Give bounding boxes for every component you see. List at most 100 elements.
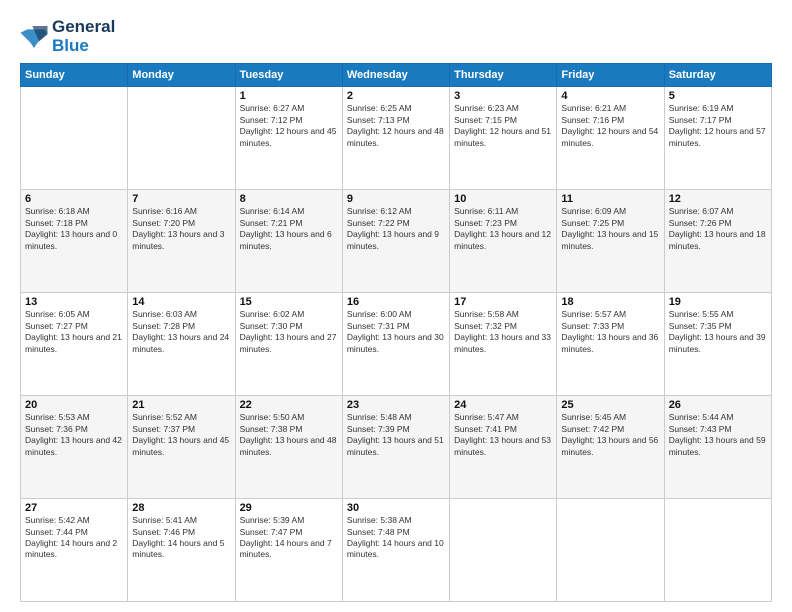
day-info: Sunrise: 6:27 AMSunset: 7:12 PMDaylight:… [240, 103, 338, 149]
day-info: Sunrise: 5:50 AMSunset: 7:38 PMDaylight:… [240, 412, 338, 458]
day-cell: 13 Sunrise: 6:05 AMSunset: 7:27 PMDaylig… [21, 293, 128, 396]
day-number: 8 [240, 193, 338, 205]
day-number: 11 [561, 193, 659, 205]
day-info: Sunrise: 6:03 AMSunset: 7:28 PMDaylight:… [132, 309, 230, 355]
day-info: Sunrise: 5:47 AMSunset: 7:41 PMDaylight:… [454, 412, 552, 458]
day-number: 19 [669, 296, 767, 308]
day-cell: 12 Sunrise: 6:07 AMSunset: 7:26 PMDaylig… [664, 190, 771, 293]
day-number: 23 [347, 399, 445, 411]
day-cell [128, 87, 235, 190]
day-number: 15 [240, 296, 338, 308]
logo: General Blue [20, 18, 115, 55]
day-cell: 17 Sunrise: 5:58 AMSunset: 7:32 PMDaylig… [450, 293, 557, 396]
week-row-5: 27 Sunrise: 5:42 AMSunset: 7:44 PMDaylig… [21, 499, 772, 602]
day-number: 9 [347, 193, 445, 205]
day-cell: 3 Sunrise: 6:23 AMSunset: 7:15 PMDayligh… [450, 87, 557, 190]
day-cell: 2 Sunrise: 6:25 AMSunset: 7:13 PMDayligh… [342, 87, 449, 190]
day-number: 10 [454, 193, 552, 205]
day-cell: 14 Sunrise: 6:03 AMSunset: 7:28 PMDaylig… [128, 293, 235, 396]
day-info: Sunrise: 6:05 AMSunset: 7:27 PMDaylight:… [25, 309, 123, 355]
day-cell: 21 Sunrise: 5:52 AMSunset: 7:37 PMDaylig… [128, 396, 235, 499]
day-cell [664, 499, 771, 602]
week-row-2: 6 Sunrise: 6:18 AMSunset: 7:18 PMDayligh… [21, 190, 772, 293]
day-number: 2 [347, 90, 445, 102]
day-info: Sunrise: 5:38 AMSunset: 7:48 PMDaylight:… [347, 515, 445, 561]
day-number: 29 [240, 502, 338, 514]
day-number: 27 [25, 502, 123, 514]
day-number: 26 [669, 399, 767, 411]
day-cell: 27 Sunrise: 5:42 AMSunset: 7:44 PMDaylig… [21, 499, 128, 602]
day-number: 17 [454, 296, 552, 308]
day-cell: 15 Sunrise: 6:02 AMSunset: 7:30 PMDaylig… [235, 293, 342, 396]
day-cell: 26 Sunrise: 5:44 AMSunset: 7:43 PMDaylig… [664, 396, 771, 499]
day-cell: 23 Sunrise: 5:48 AMSunset: 7:39 PMDaylig… [342, 396, 449, 499]
day-cell: 4 Sunrise: 6:21 AMSunset: 7:16 PMDayligh… [557, 87, 664, 190]
weekday-header-tuesday: Tuesday [235, 64, 342, 87]
weekday-header-sunday: Sunday [21, 64, 128, 87]
day-info: Sunrise: 5:58 AMSunset: 7:32 PMDaylight:… [454, 309, 552, 355]
day-cell: 22 Sunrise: 5:50 AMSunset: 7:38 PMDaylig… [235, 396, 342, 499]
weekday-header-wednesday: Wednesday [342, 64, 449, 87]
day-number: 5 [669, 90, 767, 102]
day-cell: 5 Sunrise: 6:19 AMSunset: 7:17 PMDayligh… [664, 87, 771, 190]
day-info: Sunrise: 6:19 AMSunset: 7:17 PMDaylight:… [669, 103, 767, 149]
day-info: Sunrise: 6:02 AMSunset: 7:30 PMDaylight:… [240, 309, 338, 355]
header: General Blue [20, 18, 772, 55]
day-number: 22 [240, 399, 338, 411]
day-info: Sunrise: 5:44 AMSunset: 7:43 PMDaylight:… [669, 412, 767, 458]
weekday-header-saturday: Saturday [664, 64, 771, 87]
logo-icon [20, 26, 48, 48]
day-cell: 16 Sunrise: 6:00 AMSunset: 7:31 PMDaylig… [342, 293, 449, 396]
day-number: 13 [25, 296, 123, 308]
day-cell [450, 499, 557, 602]
day-info: Sunrise: 5:48 AMSunset: 7:39 PMDaylight:… [347, 412, 445, 458]
weekday-header-row: SundayMondayTuesdayWednesdayThursdayFrid… [21, 64, 772, 87]
week-row-4: 20 Sunrise: 5:53 AMSunset: 7:36 PMDaylig… [21, 396, 772, 499]
day-number: 3 [454, 90, 552, 102]
day-cell: 8 Sunrise: 6:14 AMSunset: 7:21 PMDayligh… [235, 190, 342, 293]
day-cell: 29 Sunrise: 5:39 AMSunset: 7:47 PMDaylig… [235, 499, 342, 602]
weekday-header-monday: Monday [128, 64, 235, 87]
day-cell: 18 Sunrise: 5:57 AMSunset: 7:33 PMDaylig… [557, 293, 664, 396]
day-info: Sunrise: 6:21 AMSunset: 7:16 PMDaylight:… [561, 103, 659, 149]
day-number: 30 [347, 502, 445, 514]
week-row-3: 13 Sunrise: 6:05 AMSunset: 7:27 PMDaylig… [21, 293, 772, 396]
day-info: Sunrise: 5:55 AMSunset: 7:35 PMDaylight:… [669, 309, 767, 355]
day-info: Sunrise: 5:52 AMSunset: 7:37 PMDaylight:… [132, 412, 230, 458]
day-info: Sunrise: 6:12 AMSunset: 7:22 PMDaylight:… [347, 206, 445, 252]
day-number: 20 [25, 399, 123, 411]
day-cell: 6 Sunrise: 6:18 AMSunset: 7:18 PMDayligh… [21, 190, 128, 293]
day-cell: 1 Sunrise: 6:27 AMSunset: 7:12 PMDayligh… [235, 87, 342, 190]
logo-text: General Blue [52, 18, 115, 55]
day-number: 28 [132, 502, 230, 514]
day-cell: 11 Sunrise: 6:09 AMSunset: 7:25 PMDaylig… [557, 190, 664, 293]
day-cell [557, 499, 664, 602]
day-info: Sunrise: 6:16 AMSunset: 7:20 PMDaylight:… [132, 206, 230, 252]
day-info: Sunrise: 6:18 AMSunset: 7:18 PMDaylight:… [25, 206, 123, 252]
day-info: Sunrise: 6:14 AMSunset: 7:21 PMDaylight:… [240, 206, 338, 252]
day-info: Sunrise: 6:23 AMSunset: 7:15 PMDaylight:… [454, 103, 552, 149]
day-cell: 25 Sunrise: 5:45 AMSunset: 7:42 PMDaylig… [557, 396, 664, 499]
day-info: Sunrise: 5:53 AMSunset: 7:36 PMDaylight:… [25, 412, 123, 458]
day-number: 12 [669, 193, 767, 205]
week-row-1: 1 Sunrise: 6:27 AMSunset: 7:12 PMDayligh… [21, 87, 772, 190]
day-info: Sunrise: 5:57 AMSunset: 7:33 PMDaylight:… [561, 309, 659, 355]
day-number: 1 [240, 90, 338, 102]
day-cell [21, 87, 128, 190]
day-info: Sunrise: 6:09 AMSunset: 7:25 PMDaylight:… [561, 206, 659, 252]
day-number: 7 [132, 193, 230, 205]
day-info: Sunrise: 5:45 AMSunset: 7:42 PMDaylight:… [561, 412, 659, 458]
day-cell: 30 Sunrise: 5:38 AMSunset: 7:48 PMDaylig… [342, 499, 449, 602]
day-info: Sunrise: 5:41 AMSunset: 7:46 PMDaylight:… [132, 515, 230, 561]
day-cell: 24 Sunrise: 5:47 AMSunset: 7:41 PMDaylig… [450, 396, 557, 499]
day-number: 4 [561, 90, 659, 102]
day-info: Sunrise: 6:25 AMSunset: 7:13 PMDaylight:… [347, 103, 445, 149]
day-info: Sunrise: 6:07 AMSunset: 7:26 PMDaylight:… [669, 206, 767, 252]
day-cell: 7 Sunrise: 6:16 AMSunset: 7:20 PMDayligh… [128, 190, 235, 293]
day-cell: 28 Sunrise: 5:41 AMSunset: 7:46 PMDaylig… [128, 499, 235, 602]
day-cell: 20 Sunrise: 5:53 AMSunset: 7:36 PMDaylig… [21, 396, 128, 499]
calendar-table: SundayMondayTuesdayWednesdayThursdayFrid… [20, 63, 772, 602]
day-number: 21 [132, 399, 230, 411]
day-info: Sunrise: 6:11 AMSunset: 7:23 PMDaylight:… [454, 206, 552, 252]
day-cell: 9 Sunrise: 6:12 AMSunset: 7:22 PMDayligh… [342, 190, 449, 293]
